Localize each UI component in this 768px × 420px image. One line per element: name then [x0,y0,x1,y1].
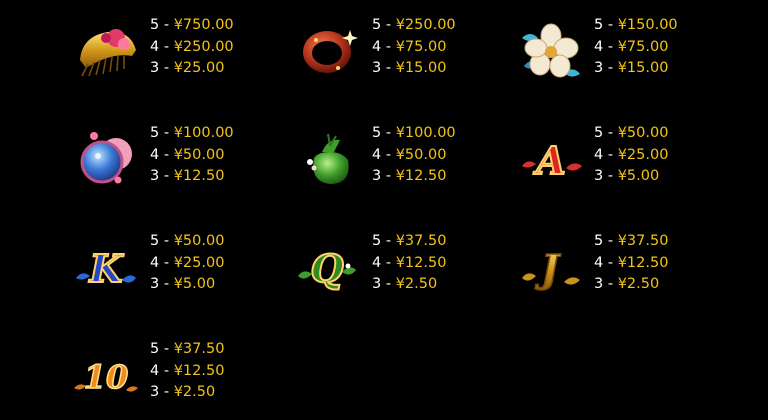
letter-a-icon: A [516,124,586,194]
mirror-icon [72,124,142,194]
pay-row: 5 - ¥100.00 [372,125,456,141]
pay-row: 3 - ¥15.00 [594,60,669,76]
pay-row: 3 - ¥2.50 [594,276,660,292]
pay-row: 4 - ¥12.50 [150,362,225,379]
paytable-cell-10: 10 5 - ¥37.50 4 - ¥12.50 3 - ¥2.50 [72,340,302,420]
svg-text:10: 10 [84,358,129,396]
pouch-icon [294,124,364,194]
pay-row: 3 - ¥5.00 [594,168,660,184]
paytable-cell-k: K 5 - ¥50.00 4 - ¥25.00 3 - ¥5.00 [72,232,302,312]
pay-row: 4 - ¥25.00 [594,146,669,163]
svg-text:A: A [533,138,565,183]
paytable-cell-pouch: 5 - ¥100.00 4 - ¥50.00 3 - ¥12.50 [294,124,524,204]
paytable-cell-ring: 5 - ¥250.00 4 - ¥75.00 3 - ¥15.00 [294,16,524,96]
pay-row: 5 - ¥250.00 [372,17,456,33]
paytable-cell-j: J 5 - ¥37.50 4 - ¥12.50 3 - ¥2.50 [516,232,746,312]
pay-row: 5 - ¥100.00 [150,125,234,141]
pay-row: 3 - ¥25.00 [150,60,225,76]
svg-text:Q: Q [310,246,343,291]
pay-row: 3 - ¥5.00 [150,276,216,292]
svg-text:J: J [535,246,562,291]
pay-row: 3 - ¥2.50 [372,276,438,292]
comb-icon [72,16,142,86]
letter-q-icon: Q [294,232,364,302]
paytable-cell-flower: 5 - ¥150.00 4 - ¥75.00 3 - ¥15.00 [516,16,746,96]
pay-row: 5 - ¥150.00 [594,17,678,33]
pay-row: 4 - ¥75.00 [594,38,669,55]
pay-row: 5 - ¥37.50 [150,341,225,357]
number-10-icon: 10 [72,340,142,410]
pay-row: 4 - ¥12.50 [372,254,447,271]
pay-row: 4 - ¥50.00 [150,146,225,163]
pay-row: 3 - ¥12.50 [372,168,447,184]
pay-row: 3 - ¥2.50 [150,384,216,400]
ring-icon [294,16,364,86]
pay-row: 4 - ¥50.00 [372,146,447,163]
pay-row: 5 - ¥37.50 [594,233,669,249]
flower-icon [516,16,586,86]
pay-row: 5 - ¥50.00 [594,125,669,141]
svg-text:K: K [88,246,124,291]
letter-k-icon: K [72,232,142,302]
pay-row: 4 - ¥250.00 [150,38,234,55]
pay-row: 4 - ¥12.50 [594,254,669,271]
pay-row: 5 - ¥750.00 [150,17,234,33]
pay-row: 5 - ¥37.50 [372,233,447,249]
pay-row: 4 - ¥75.00 [372,38,447,55]
paytable-cell-q: Q 5 - ¥37.50 4 - ¥12.50 3 - ¥2.50 [294,232,524,312]
paytable-cell-mirror: 5 - ¥100.00 4 - ¥50.00 3 - ¥12.50 [72,124,302,204]
paytable-cell-a: A 5 - ¥50.00 4 - ¥25.00 3 - ¥5.00 [516,124,746,204]
pay-row: 3 - ¥12.50 [150,168,225,184]
pay-row: 3 - ¥15.00 [372,60,447,76]
paytable-cell-comb: 5 - ¥750.00 4 - ¥250.00 3 - ¥25.00 [72,16,302,96]
pay-row: 5 - ¥50.00 [150,233,225,249]
pay-row: 4 - ¥25.00 [150,254,225,271]
letter-j-icon: J [516,232,586,302]
